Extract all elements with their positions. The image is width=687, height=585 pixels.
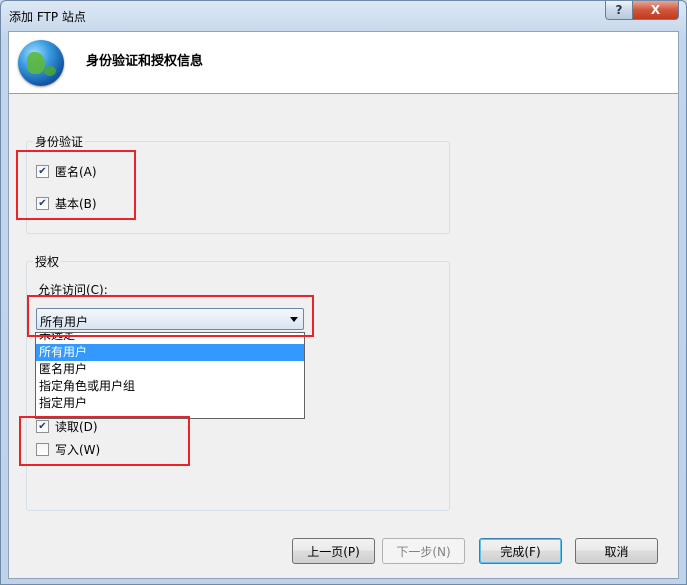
add-ftp-site-dialog: 添加 FTP 站点 ? X 身份验证和授权信息 身份验证 ✔ 匿名(A) ✔ 基… bbox=[0, 0, 687, 585]
title-bar[interactable]: 添加 FTP 站点 ? X bbox=[1, 1, 686, 31]
annotation-box-dropdown bbox=[27, 295, 314, 337]
previous-button[interactable]: 上一页(P) bbox=[292, 538, 375, 564]
help-button[interactable]: ? bbox=[605, 1, 633, 20]
question-mark-icon: ? bbox=[615, 3, 623, 17]
dropdown-option-all-users[interactable]: 所有用户 bbox=[36, 344, 304, 361]
annotation-box-permissions bbox=[19, 416, 190, 466]
dialog-client-area: 身份验证和授权信息 身份验证 ✔ 匿名(A) ✔ 基本(B) 授权 允许访问(C… bbox=[8, 31, 679, 579]
dropdown-option-anonymous-users[interactable]: 匿名用户 bbox=[36, 361, 304, 378]
dropdown-option-specific-users[interactable]: 指定用户 bbox=[36, 395, 304, 412]
dropdown-option-roles-or-groups[interactable]: 指定角色或用户组 bbox=[36, 378, 304, 395]
close-button[interactable]: X bbox=[632, 1, 679, 20]
authentication-group-label: 身份验证 bbox=[33, 133, 86, 150]
allow-access-options-list[interactable]: 未选定 所有用户 匿名用户 指定角色或用户组 指定用户 bbox=[35, 332, 305, 419]
close-icon: X bbox=[650, 3, 661, 17]
page-title: 身份验证和授权信息 bbox=[86, 54, 204, 69]
cancel-button[interactable]: 取消 bbox=[575, 538, 658, 564]
next-button[interactable]: 下一步(N) bbox=[382, 538, 465, 564]
window-title: 添加 FTP 站点 bbox=[9, 10, 86, 24]
annotation-box-authentication bbox=[16, 150, 136, 220]
finish-button[interactable]: 完成(F) bbox=[479, 538, 562, 564]
wizard-header: 身份验证和授权信息 bbox=[9, 32, 678, 94]
globe-icon bbox=[18, 40, 64, 86]
authorization-group-label: 授权 bbox=[33, 253, 62, 270]
